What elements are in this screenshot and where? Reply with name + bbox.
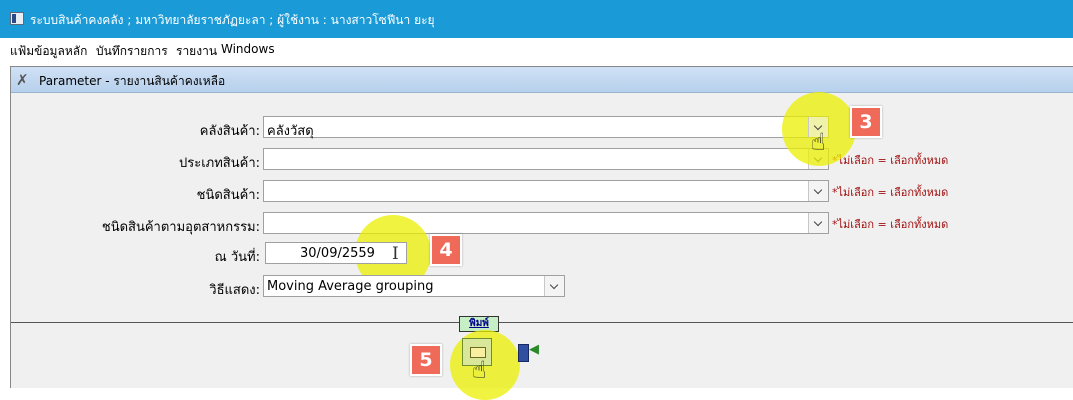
menu-item-windows[interactable]: Windows bbox=[221, 42, 275, 56]
industry-kind-dropdown-button[interactable] bbox=[808, 213, 828, 233]
exit-arrow-icon: ◀ bbox=[529, 342, 539, 357]
exit-button[interactable]: ◀ bbox=[513, 338, 543, 366]
product-type-note: *ไม่เลือก = เลือกทั้งหมด bbox=[832, 154, 949, 167]
step-5-badge: 5 bbox=[410, 344, 442, 376]
step-3-badge: 3 bbox=[850, 106, 882, 138]
product-kind-label: ชนิดสินค้า: bbox=[196, 188, 260, 203]
product-type-label: ประเภทสินค้า: bbox=[179, 156, 260, 171]
product-kind-dropdown-button[interactable] bbox=[808, 181, 828, 201]
app-icon bbox=[10, 12, 24, 25]
exit-door-icon bbox=[518, 344, 529, 362]
warehouse-label: คลังสินค้า: bbox=[199, 124, 260, 139]
product-kind-note: *ไม่เลือก = เลือกทั้งหมด bbox=[832, 186, 949, 199]
title-bar: ระบบสินค้าคงคลัง ; มหาวิทยาลัยราชภัฏยะลา… bbox=[0, 0, 1073, 38]
display-method-label: วิธีแสดง: bbox=[209, 283, 260, 298]
product-type-select[interactable] bbox=[263, 148, 829, 170]
menu-item-report[interactable]: รายงาน bbox=[176, 42, 217, 61]
display-method-value: Moving Average grouping bbox=[267, 279, 434, 294]
hand-cursor-icon: ☝ bbox=[811, 128, 826, 156]
menu-item-record[interactable]: บันทึกรายการ bbox=[96, 42, 168, 61]
date-input[interactable]: 30/09/2559 bbox=[265, 242, 407, 264]
warehouse-select-overlay bbox=[263, 116, 829, 138]
hand-cursor-icon-2: ☝ bbox=[472, 356, 487, 384]
date-value: 30/09/2559 bbox=[300, 246, 375, 261]
industry-kind-note: *ไม่เลือก = เลือกทั้งหมด bbox=[832, 218, 949, 231]
product-kind-select[interactable] bbox=[263, 180, 829, 202]
text-cursor-icon: I bbox=[392, 244, 399, 264]
window-title: ระบบสินค้าคงคลัง ; มหาวิทยาลัยราชภัฏยะลา… bbox=[30, 13, 435, 27]
menu-bar: แฟ้มข้อมูลหลัก บันทึกรายการ รายงาน Windo… bbox=[0, 38, 1073, 62]
child-window-title: Parameter - รายงานสินค้าคงเหลือ bbox=[39, 74, 226, 88]
display-method-select[interactable]: Moving Average grouping bbox=[263, 275, 565, 297]
industry-kind-select[interactable] bbox=[263, 212, 829, 234]
date-label: ณ วันที่: bbox=[214, 250, 260, 265]
industry-kind-label: ชนิดสินค้าตามอุตสาหกรรม: bbox=[101, 220, 260, 235]
display-method-dropdown-button[interactable] bbox=[544, 276, 564, 296]
step-4-badge: 4 bbox=[430, 234, 462, 266]
menu-item-master-data[interactable]: แฟ้มข้อมูลหลัก bbox=[10, 42, 87, 61]
child-window-titlebar: ✗ Parameter - รายงานสินค้าคงเหลือ bbox=[11, 67, 1073, 93]
tools-icon: ✗ bbox=[16, 71, 29, 89]
